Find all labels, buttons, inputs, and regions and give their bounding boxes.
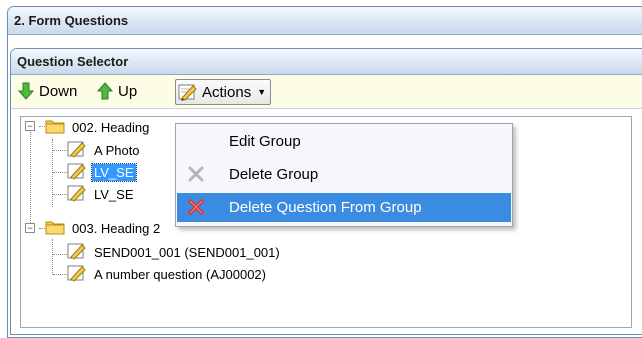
collapse-toggle[interactable]: − bbox=[25, 223, 35, 233]
menu-item-label: Delete Question From Group bbox=[229, 199, 422, 216]
down-label: Down bbox=[39, 82, 78, 100]
tree-item-selected[interactable]: LV_SE bbox=[67, 162, 137, 183]
tree-item[interactable]: A number question (AJ00002) bbox=[67, 264, 268, 284]
question-icon bbox=[67, 184, 87, 205]
tree-item-label: SEND001_001 (SEND001_001) bbox=[94, 244, 280, 260]
tree-item[interactable]: A Photo bbox=[67, 140, 142, 160]
actions-dropdown-button[interactable]: Actions ▼ bbox=[175, 79, 272, 105]
up-button[interactable]: Up bbox=[96, 81, 137, 101]
question-icon bbox=[67, 162, 87, 183]
tree-item[interactable]: SEND001_001 (SEND001_001) bbox=[67, 242, 282, 262]
tree-group-label: 003. Heading 2 bbox=[72, 220, 161, 236]
arrow-up-icon bbox=[96, 82, 114, 100]
red-x-icon bbox=[187, 198, 205, 220]
tree-group[interactable]: 002. Heading bbox=[45, 117, 151, 137]
up-label: Up bbox=[118, 82, 138, 100]
arrow-down-icon bbox=[17, 82, 35, 100]
question-icon bbox=[67, 140, 87, 161]
menu-item-label: Delete Group bbox=[229, 166, 319, 183]
question-icon bbox=[67, 242, 87, 263]
grey-x-icon bbox=[187, 165, 205, 187]
tree-group-label: 002. Heading bbox=[72, 119, 150, 135]
menu-item-delete-question-from-group[interactable]: Delete Question From Group bbox=[177, 193, 511, 222]
tree-item-label: LV_SE bbox=[91, 162, 137, 182]
folder-icon bbox=[45, 219, 65, 238]
down-button[interactable]: Down bbox=[17, 81, 77, 101]
folder-icon bbox=[45, 118, 65, 137]
actions-menu: Edit Group Delete Group Delete Question … bbox=[175, 123, 513, 227]
menu-item-label: Edit Group bbox=[229, 133, 301, 150]
tree-item[interactable]: LV_SE bbox=[67, 184, 136, 204]
tree-item-label: LV_SE bbox=[94, 186, 134, 202]
chevron-down-icon: ▼ bbox=[257, 87, 267, 97]
pencil-document-icon bbox=[178, 83, 198, 101]
question-icon bbox=[67, 264, 87, 285]
tree-item-label: A Photo bbox=[94, 142, 140, 158]
menu-item-edit-group[interactable]: Edit Group bbox=[177, 127, 511, 156]
menu-item-delete-group[interactable]: Delete Group bbox=[177, 160, 511, 189]
collapse-toggle[interactable]: − bbox=[25, 121, 35, 131]
actions-label: Actions bbox=[202, 83, 252, 101]
tree-item-label: A number question (AJ00002) bbox=[94, 266, 266, 282]
toolbar: Down Up Actions ▼ bbox=[11, 75, 642, 109]
tree-group[interactable]: 003. Heading 2 bbox=[45, 218, 162, 238]
question-selector-title: Question Selector bbox=[11, 49, 642, 75]
form-questions-title: 2. Form Questions bbox=[8, 7, 642, 35]
